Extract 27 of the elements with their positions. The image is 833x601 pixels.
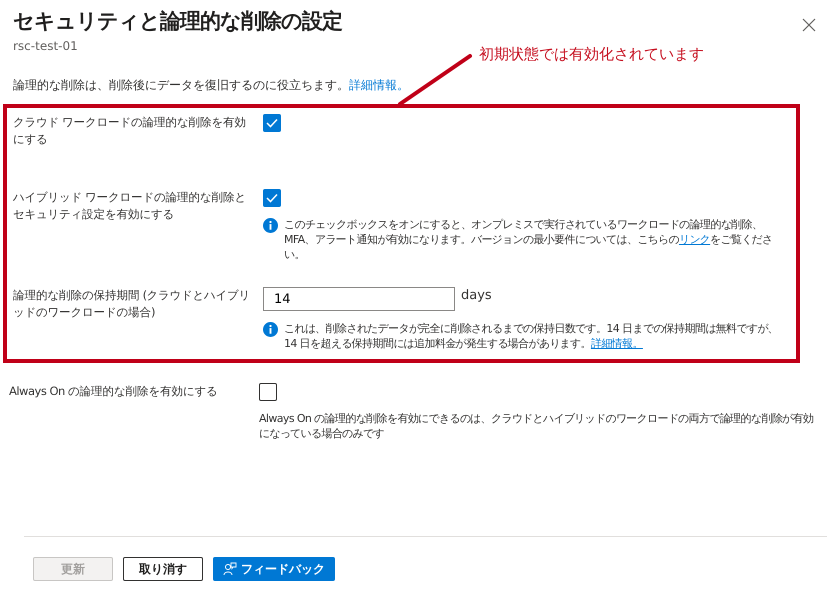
intro-text: 論理的な削除は、削除後にデータを復旧するのに役立ちます。詳細情報。 — [12, 77, 410, 94]
panel-title: セキュリティと論理的な削除の設定 — [13, 8, 342, 35]
checkbox[interactable] — [263, 189, 281, 207]
retention-days-field[interactable]: 14 — [263, 287, 455, 311]
action-button[interactable]: 取り消す — [123, 557, 203, 581]
annotation-text: 初期状態では有効化されています — [479, 45, 704, 64]
details-link[interactable]: 詳細情報。 — [349, 78, 409, 92]
checkmark-icon — [266, 118, 278, 128]
checkbox[interactable] — [263, 114, 281, 132]
feedback-icon — [223, 562, 237, 576]
info-icon — [263, 322, 278, 337]
info-icon — [263, 218, 278, 233]
checkmark-icon — [266, 193, 278, 203]
note-text: このチェックボックスをオンにすると、オンプレミスで実行されているワークロードの論理的な削除、MFA、アラート通知が有効になります。バージョンの最小要件については、こちらの リンク をご覧ください。 — [284, 217, 774, 262]
setting-label: Always On の論理的な削除を有効にする — [9, 383, 218, 400]
close-icon[interactable] — [802, 18, 816, 32]
checkbox[interactable] — [259, 383, 277, 401]
note-text: Always On の論理的な削除を有効にできるのは、クラウドとハイブリッドのワークロードの両方で論理的な削除が有効になっている場合のみです — [259, 411, 814, 441]
setting-label: クラウド ワークロードの論理的な削除を有効にする — [13, 114, 248, 148]
action-button[interactable]: フィードバック — [213, 557, 335, 581]
note-link[interactable]: 詳細情報。 — [590, 337, 643, 350]
note-text: これは、削除されたデータが完全に削除されるまでの保持日数です。14 日までの保持期間は無料ですが、14 日を超える保持期間には追加料金が発生する場合があります。詳細情報。 — [284, 321, 780, 351]
setting-label: 論理的な削除の保持期間 (クラウドとハイブリッドのワークロードの場合) — [13, 287, 252, 321]
unit-label: days — [461, 288, 492, 303]
note-link[interactable]: リンク — [678, 233, 710, 246]
setting-label: ハイブリッド ワークロードの論理的な削除とセキュリティ設定を有効にする — [13, 189, 248, 223]
resource-name: rsc-test-01 — [12, 39, 79, 53]
